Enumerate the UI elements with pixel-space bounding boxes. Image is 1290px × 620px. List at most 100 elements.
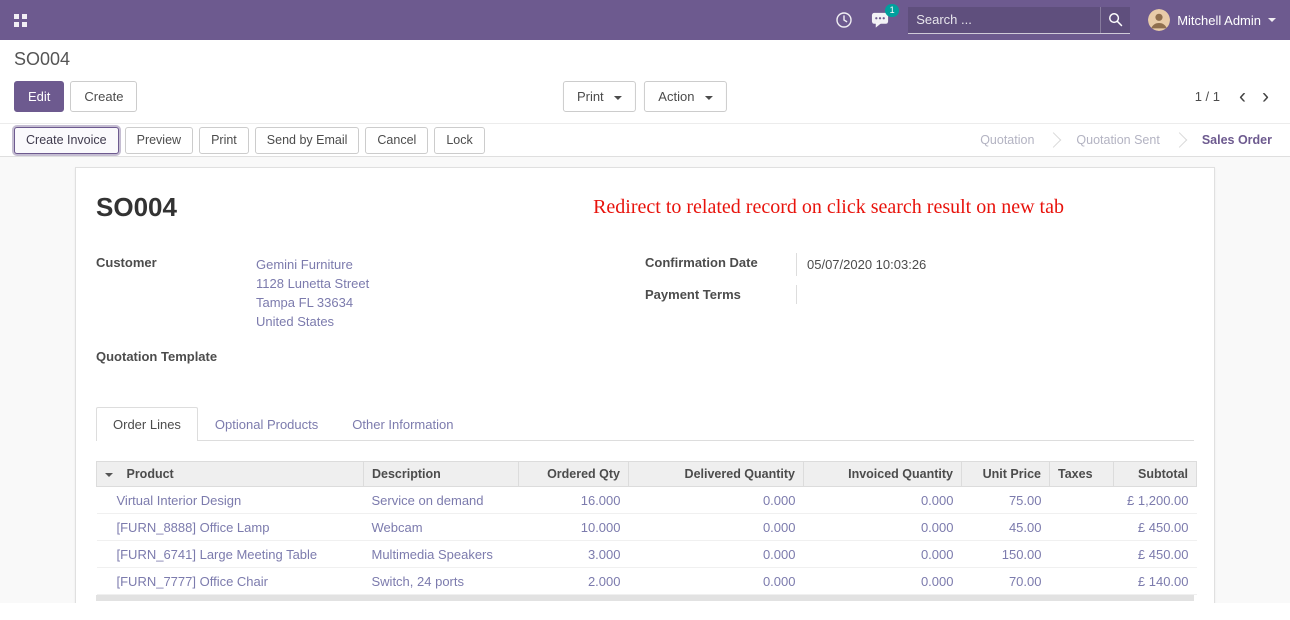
sheet-title: SO004 <box>96 192 177 223</box>
pager-count: 1 / 1 <box>1195 89 1220 104</box>
page-title: SO004 <box>14 49 70 69</box>
stage-arrow-icon <box>1172 124 1190 156</box>
customer-name-link[interactable]: Gemini Furniture <box>256 255 369 274</box>
lock-button[interactable]: Lock <box>434 127 484 154</box>
preview-button[interactable]: Preview <box>125 127 193 154</box>
search-input[interactable] <box>908 7 1100 33</box>
tab-order-lines[interactable]: Order Lines <box>96 407 198 441</box>
print-button[interactable]: Print <box>199 127 249 154</box>
cell-product: Virtual Interior Design <box>97 487 364 514</box>
cell-invoiced-qty: 0.000 <box>804 541 962 568</box>
tab-other-information[interactable]: Other Information <box>335 407 470 441</box>
cell-unit-price: 45.00 <box>962 514 1050 541</box>
cell-delivered-qty: 0.000 <box>629 541 804 568</box>
header-delivered-quantity[interactable]: Delivered Quantity <box>629 462 804 487</box>
stage-quotation-sent[interactable]: Quotation Sent <box>1064 124 1171 156</box>
avatar <box>1148 9 1170 31</box>
control-panel: SO004 Edit Create Print Action 1 / 1 ‹ › <box>0 40 1290 123</box>
header-ordered-qty[interactable]: Ordered Qty <box>519 462 629 487</box>
cell-product: [FURN_7777] Office Chair <box>97 568 364 595</box>
cell-unit-price: 150.00 <box>962 541 1050 568</box>
action-dropdown-button[interactable]: Action <box>644 81 727 112</box>
table-row[interactable]: [FURN_8888] Office Lamp Webcam 10.000 0.… <box>97 514 1197 541</box>
messages-badge: 1 <box>885 4 899 17</box>
header-product-label: Product <box>126 467 173 481</box>
header-subtotal[interactable]: Subtotal <box>1114 462 1197 487</box>
messages-icon[interactable]: 1 <box>871 11 890 29</box>
content-area: SO004 Redirect to related record on clic… <box>0 157 1290 603</box>
confirmation-date-value: 05/07/2020 10:03:26 <box>807 253 926 276</box>
cell-invoiced-qty: 0.000 <box>804 487 962 514</box>
quotation-template-label: Quotation Template <box>96 347 256 366</box>
table-row[interactable]: [FURN_7777] Office Chair Switch, 24 port… <box>97 568 1197 595</box>
pager-next-button[interactable]: › <box>1255 87 1276 107</box>
payment-terms-label: Payment Terms <box>645 285 797 304</box>
apps-grid-square <box>14 22 19 27</box>
apps-grid-square <box>22 22 27 27</box>
cell-subtotal: £ 450.00 <box>1114 514 1197 541</box>
stage-arrow-icon <box>1046 124 1064 156</box>
table-scrollbar-strip[interactable] <box>96 595 1194 601</box>
topbar: 1 Mitchell Admin <box>0 0 1290 40</box>
cell-ordered-qty: 3.000 <box>519 541 629 568</box>
send-by-email-button[interactable]: Send by Email <box>255 127 360 154</box>
print-dropdown-label: Print <box>577 89 604 104</box>
order-lines-table: Product Description Ordered Qty Delivere… <box>96 461 1197 595</box>
stage-sales-order[interactable]: Sales Order <box>1190 124 1284 156</box>
annotation-note: Redirect to related record on click sear… <box>593 196 1064 219</box>
cell-subtotal: £ 140.00 <box>1114 568 1197 595</box>
cell-subtotal: £ 450.00 <box>1114 541 1197 568</box>
create-invoice-button[interactable]: Create Invoice <box>14 127 119 154</box>
tab-optional-products[interactable]: Optional Products <box>198 407 335 441</box>
pager: 1 / 1 ‹ › <box>1195 87 1276 107</box>
cell-ordered-qty: 10.000 <box>519 514 629 541</box>
cell-description: Switch, 24 ports <box>364 568 519 595</box>
pager-previous-button[interactable]: ‹ <box>1232 87 1253 107</box>
customer-address-line: 1128 Lunetta Street <box>256 274 369 293</box>
customer-address-line: Tampa FL 33634 <box>256 293 369 312</box>
header-unit-price[interactable]: Unit Price <box>962 462 1050 487</box>
cell-description: Multimedia Speakers <box>364 541 519 568</box>
breadcrumb: SO004 <box>14 49 1276 70</box>
cell-taxes <box>1050 487 1114 514</box>
action-dropdown-label: Action <box>658 89 694 104</box>
header-description[interactable]: Description <box>364 462 519 487</box>
cell-delivered-qty: 0.000 <box>629 487 804 514</box>
table-row[interactable]: [FURN_6741] Large Meeting Table Multimed… <box>97 541 1197 568</box>
cell-invoiced-qty: 0.000 <box>804 568 962 595</box>
column-options-caret-icon[interactable] <box>105 473 113 477</box>
notebook-tabs: Order Lines Optional Products Other Info… <box>96 407 1194 441</box>
caret-down-icon <box>705 96 713 100</box>
header-taxes[interactable]: Taxes <box>1050 462 1114 487</box>
header-invoiced-quantity[interactable]: Invoiced Quantity <box>804 462 962 487</box>
table-header-row: Product Description Ordered Qty Delivere… <box>97 462 1197 487</box>
cell-product: [FURN_8888] Office Lamp <box>97 514 364 541</box>
customer-label: Customer <box>96 253 256 333</box>
apps-menu-icon[interactable] <box>14 14 27 27</box>
table-row[interactable]: Virtual Interior Design Service on deman… <box>97 487 1197 514</box>
cell-product: [FURN_6741] Large Meeting Table <box>97 541 364 568</box>
create-button[interactable]: Create <box>70 81 137 112</box>
form-fields: Customer Gemini Furniture 1128 Lunetta S… <box>96 253 1194 375</box>
apps-grid-square <box>22 14 27 19</box>
customer-address-line: United States <box>256 312 369 331</box>
header-product[interactable]: Product <box>97 462 364 487</box>
activities-clock-icon[interactable] <box>835 11 853 29</box>
user-name: Mitchell Admin <box>1177 13 1261 28</box>
cancel-button[interactable]: Cancel <box>365 127 428 154</box>
caret-down-icon <box>614 96 622 100</box>
cell-subtotal: £ 1,200.00 <box>1114 487 1197 514</box>
cell-delivered-qty: 0.000 <box>629 568 804 595</box>
user-menu[interactable]: Mitchell Admin <box>1148 9 1276 31</box>
stage-quotation[interactable]: Quotation <box>968 124 1046 156</box>
cell-description: Webcam <box>364 514 519 541</box>
print-dropdown-button[interactable]: Print <box>563 81 636 112</box>
cell-unit-price: 70.00 <box>962 568 1050 595</box>
cell-taxes <box>1050 514 1114 541</box>
systray: 1 Mitchell Admin <box>835 7 1276 34</box>
cell-ordered-qty: 2.000 <box>519 568 629 595</box>
search-icon[interactable] <box>1100 7 1130 33</box>
cell-ordered-qty: 16.000 <box>519 487 629 514</box>
edit-button[interactable]: Edit <box>14 81 64 112</box>
statusbar: Create Invoice Preview Print Send by Ema… <box>0 123 1290 157</box>
